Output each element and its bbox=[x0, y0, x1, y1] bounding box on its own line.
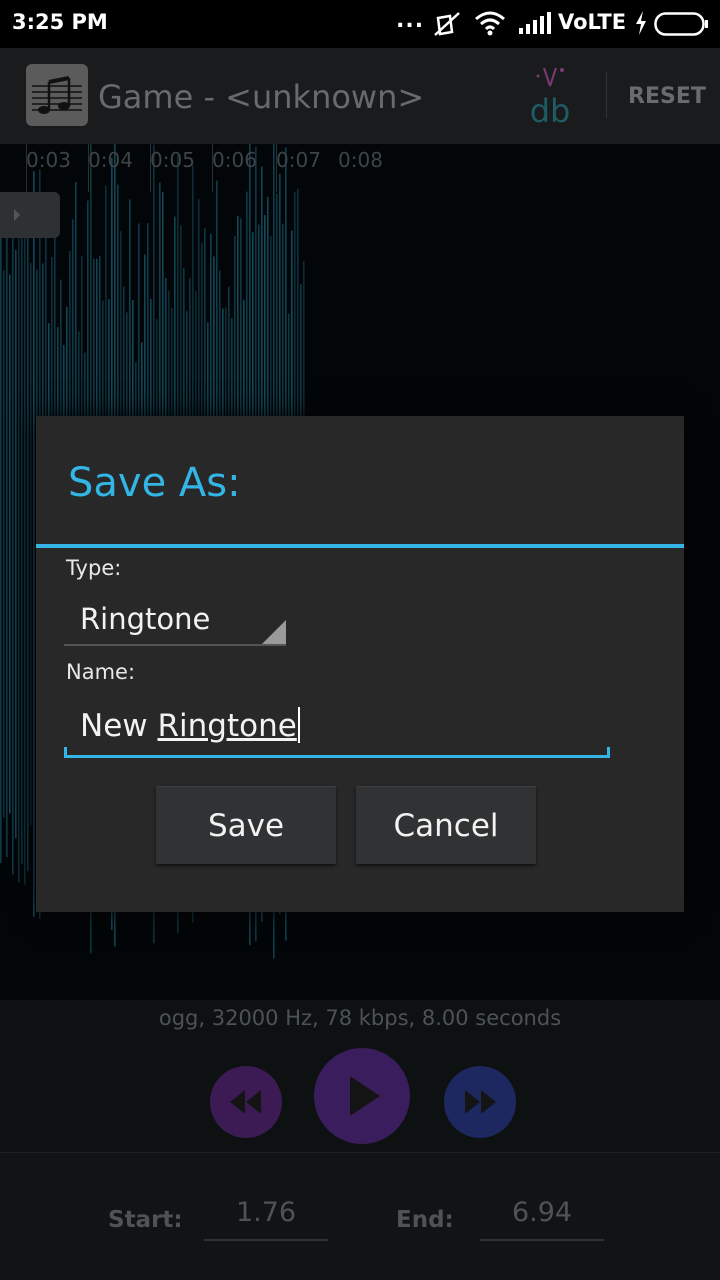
app-toolbar: Game - <unknown> db RESET bbox=[0, 48, 720, 144]
file-info-text: ogg, 32000 Hz, 78 kbps, 8.00 seconds bbox=[158, 1006, 562, 1030]
input-edge bbox=[64, 747, 67, 755]
tick-label: 0:03 bbox=[26, 148, 71, 172]
cancel-button[interactable]: Cancel bbox=[356, 786, 536, 864]
spinner-arrow-icon bbox=[262, 620, 286, 644]
name-value-first-word: New bbox=[80, 708, 148, 744]
reset-button[interactable]: RESET bbox=[628, 84, 706, 109]
file-info-bar: ogg, 32000 Hz, 78 kbps, 8.00 seconds bbox=[0, 1000, 720, 1042]
range-bar: Start: 1.76 End: 6.94 bbox=[0, 1152, 720, 1280]
tick-label: 0:04 bbox=[88, 148, 133, 172]
end-field[interactable]: 6.94 bbox=[480, 1197, 604, 1228]
music-note-icon[interactable] bbox=[26, 64, 88, 126]
tick-label: 0:07 bbox=[276, 148, 321, 172]
svg-text:db: db bbox=[530, 92, 571, 130]
rewind-icon[interactable] bbox=[210, 1066, 282, 1138]
wifi-icon bbox=[474, 10, 506, 40]
toolbar-divider bbox=[606, 72, 607, 118]
mute-icon bbox=[432, 10, 462, 42]
type-label: Type: bbox=[66, 556, 122, 580]
name-label: Name: bbox=[66, 660, 136, 684]
type-spinner[interactable]: Ringtone bbox=[64, 590, 286, 646]
charging-icon bbox=[634, 10, 648, 40]
dialog-title: Save As: bbox=[68, 460, 241, 506]
playback-controls bbox=[0, 1042, 720, 1152]
end-label: End: bbox=[396, 1207, 454, 1233]
db-logo-icon: db bbox=[522, 62, 578, 130]
save-button[interactable]: Save bbox=[156, 786, 336, 864]
tick-label: 0:06 bbox=[212, 148, 257, 172]
play-icon[interactable] bbox=[314, 1048, 410, 1144]
tick-label: 0:08 bbox=[338, 148, 383, 172]
fast-forward-icon[interactable] bbox=[444, 1066, 516, 1138]
name-value-second-word: Ringtone bbox=[157, 708, 297, 744]
start-field-underline bbox=[204, 1239, 328, 1241]
name-input-value: New Ringtone bbox=[80, 706, 300, 744]
status-time: 3:25 PM bbox=[12, 10, 108, 34]
input-edge bbox=[607, 747, 610, 755]
status-bar: 3:25 PM ... VoLTE bbox=[0, 0, 720, 48]
tick-label: 0:05 bbox=[150, 148, 195, 172]
dialog-title-divider bbox=[36, 544, 684, 548]
start-field[interactable]: 1.76 bbox=[204, 1197, 328, 1228]
end-field-underline bbox=[480, 1239, 604, 1241]
battery-icon bbox=[654, 12, 710, 40]
text-cursor bbox=[297, 706, 300, 743]
save-as-dialog: Save As: Type: Ringtone Name: New Ringto… bbox=[36, 416, 684, 912]
type-spinner-value: Ringtone bbox=[80, 602, 211, 636]
network-type-label: VoLTE bbox=[558, 10, 627, 34]
name-input[interactable]: New Ringtone bbox=[64, 700, 610, 758]
timeline-ruler: 0:03 0:04 0:05 0:06 0:07 0:08 bbox=[0, 144, 720, 192]
drawer-handle[interactable] bbox=[0, 192, 60, 238]
more-notifications-indicator: ... bbox=[396, 8, 425, 33]
start-label: Start: bbox=[108, 1207, 183, 1233]
toolbar-title: Game - <unknown> bbox=[98, 78, 425, 116]
signal-icon bbox=[518, 10, 552, 40]
